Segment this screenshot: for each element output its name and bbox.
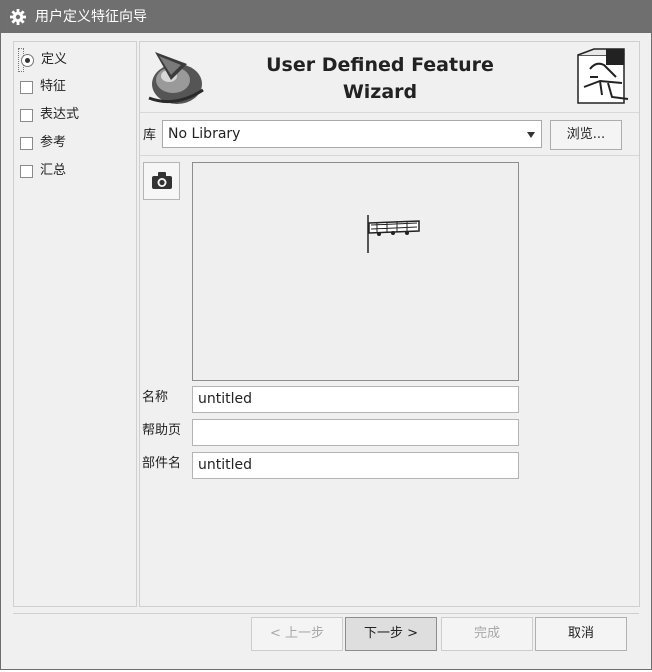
help-page-input[interactable]	[192, 419, 519, 446]
back-button[interactable]: < 上一步	[251, 617, 343, 651]
current-step-indicator	[21, 54, 34, 67]
window-title: 用户定义特征向导	[35, 9, 147, 25]
cancel-button[interactable]: 取消	[535, 617, 627, 651]
library-select[interactable]: No Library	[162, 120, 542, 148]
library-label: 库	[143, 128, 157, 143]
step-label: 表达式	[40, 107, 80, 122]
library-divider	[140, 155, 639, 156]
wizard-title: User Defined Feature Wizard	[250, 52, 510, 106]
help-page-label: 帮助页	[142, 423, 182, 438]
step-define[interactable]: 定义	[18, 48, 67, 72]
steps-panel: 定义 特征 表达式 参考 汇总	[13, 41, 137, 607]
camera-icon	[152, 172, 172, 189]
chevron-down-icon[interactable]	[527, 132, 535, 138]
next-button[interactable]: 下一步 >	[345, 617, 437, 651]
wizard-hand-icon	[577, 48, 629, 104]
part-name-input[interactable]: untitled	[192, 452, 519, 479]
title-bar: 用户定义特征向导	[1, 1, 651, 33]
capture-image-button[interactable]	[143, 162, 180, 200]
wizard-title-line2: Wizard	[342, 81, 418, 103]
footer-divider	[13, 613, 639, 614]
step-label: 参考	[40, 135, 67, 150]
header-divider	[140, 112, 639, 113]
udf-logo-icon	[148, 52, 204, 104]
step-checkbox[interactable]	[20, 137, 33, 150]
step-label: 定义	[41, 52, 68, 67]
step-label: 汇总	[40, 163, 67, 178]
wizard-header: User Defined Feature Wizard	[140, 42, 639, 110]
name-input[interactable]: untitled	[192, 386, 519, 413]
browse-button[interactable]: 浏览...	[550, 120, 622, 150]
part-name-label: 部件名	[142, 456, 182, 471]
wizard-title-line1: User Defined Feature	[266, 54, 494, 76]
step-checkbox[interactable]	[20, 109, 33, 122]
feature-preview-graphic	[367, 215, 420, 253]
step-label: 特征	[40, 79, 67, 94]
content-panel: User Defined Feature Wizard 库 No Library…	[139, 41, 640, 607]
library-value: No Library	[168, 126, 241, 142]
preview-area	[192, 162, 519, 381]
wizard-window: 用户定义特征向导 定义 特征 表达式 参考 汇总 User Defined Fe…	[0, 0, 652, 670]
finish-button[interactable]: 完成	[441, 617, 533, 651]
gear-icon	[10, 9, 26, 25]
step-checkbox[interactable]	[20, 81, 33, 94]
step-checkbox[interactable]	[20, 165, 33, 178]
name-label: 名称	[142, 390, 169, 405]
